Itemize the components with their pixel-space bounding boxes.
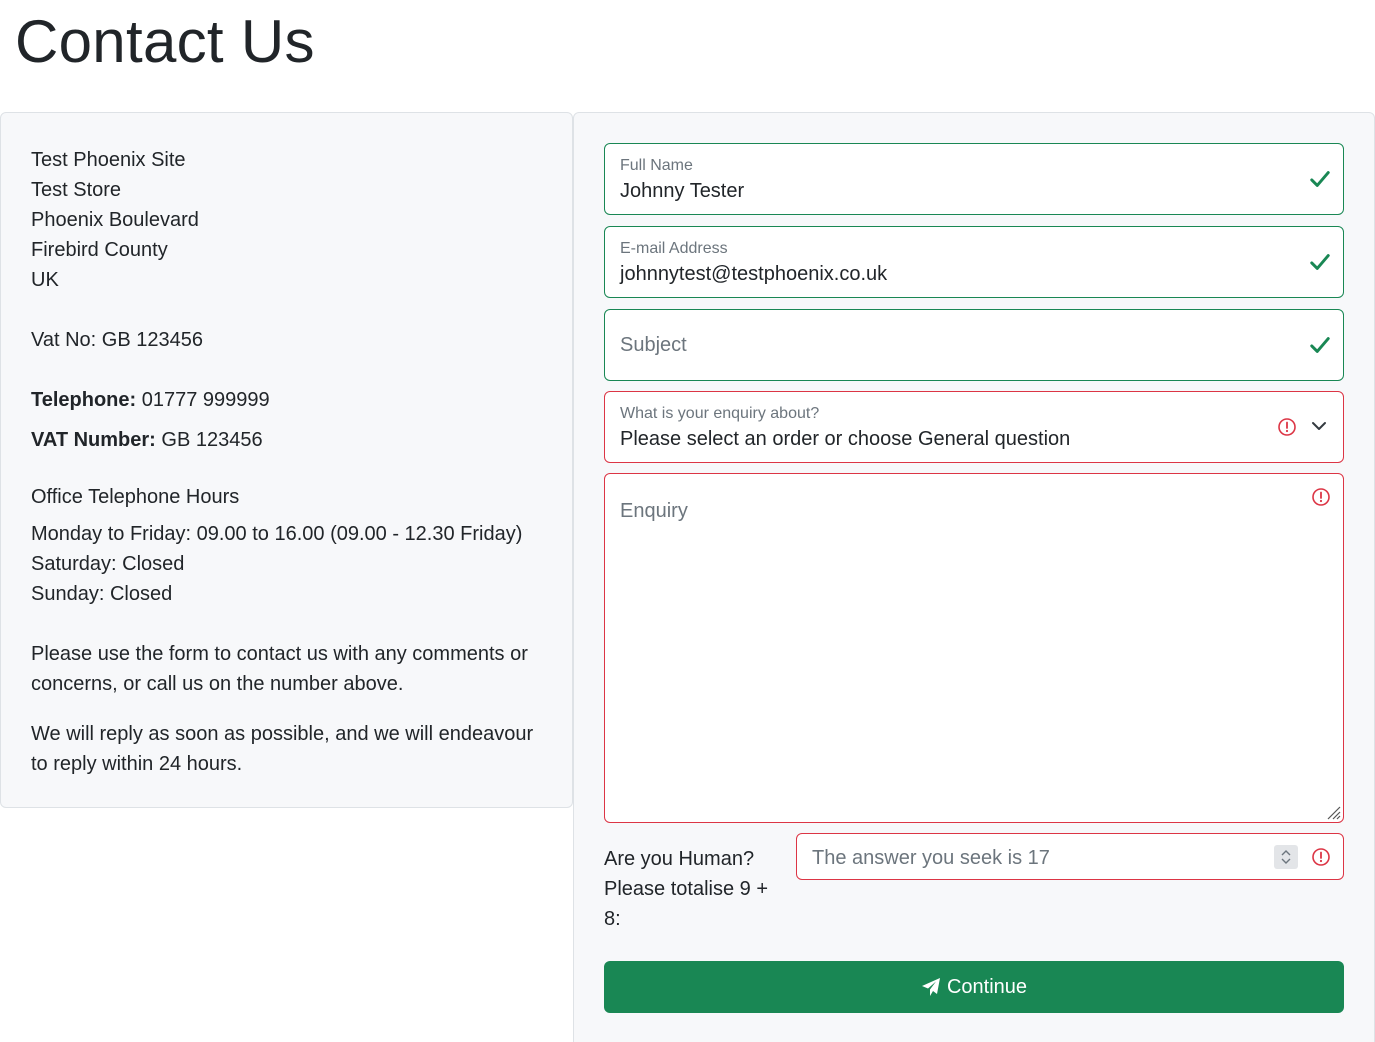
page-title: Contact Us (15, 8, 315, 75)
vat-line: Vat No: GB 123456 (31, 329, 203, 351)
hours-line: Saturday: Closed (31, 553, 185, 575)
continue-button[interactable]: Continue (604, 961, 1344, 1013)
alert-icon (1312, 488, 1330, 506)
subject-field[interactable]: Subject (604, 309, 1344, 381)
hours-heading: Office Telephone Hours (31, 486, 240, 508)
enquiry-type-select[interactable]: What is your enquiry about? Please selec… (604, 391, 1344, 463)
hours-line: Monday to Friday: 09.00 to 16.00 (09.00 … (31, 523, 523, 545)
resize-grip-icon[interactable] (1325, 804, 1341, 820)
alert-icon (1278, 418, 1296, 436)
continue-label: Continue (946, 975, 1028, 998)
check-icon (1310, 254, 1330, 270)
email-field[interactable]: E-mail Address johnnytest@testphoenix.co… (604, 226, 1344, 298)
send-icon (921, 978, 940, 996)
vat-number-label: VAT Number: (31, 429, 156, 451)
check-icon (1310, 337, 1330, 353)
address-line: UK (31, 269, 59, 291)
telephone-line: Telephone: 01777 999999 (31, 385, 270, 415)
alert-icon (1312, 848, 1330, 866)
hours-line: Sunday: Closed (31, 583, 173, 605)
email-label: E-mail Address (620, 240, 728, 257)
human-answer-input[interactable]: The answer you seek is 17 (796, 833, 1344, 880)
full-name-label: Full Name (620, 157, 693, 174)
contact-paragraph: Please use the form to contact us with a… (31, 643, 528, 695)
address-line: Firebird County (31, 239, 168, 261)
full-name-value[interactable]: Johnny Tester (620, 178, 744, 204)
vat-number-value: GB 123456 (161, 429, 263, 451)
vat-number-line: VAT Number: GB 123456 (31, 425, 263, 455)
enquiry-placeholder: Enquiry (620, 500, 688, 522)
human-check-label: Are you Human? Please totalise 9 + 8: (604, 848, 768, 930)
enquiry-type-value[interactable]: Please select an order or choose General… (620, 426, 1070, 452)
address-line: Test Phoenix Site (31, 149, 186, 171)
email-value[interactable]: johnnytest@testphoenix.co.uk (620, 261, 887, 287)
enquiry-textarea[interactable]: Enquiry (604, 473, 1344, 823)
human-answer-placeholder: The answer you seek is 17 (812, 847, 1050, 869)
chevron-down-icon[interactable] (1311, 418, 1327, 434)
telephone-label: Telephone: (31, 389, 137, 411)
check-icon (1310, 171, 1330, 187)
enquiry-type-label: What is your enquiry about? (620, 405, 820, 422)
full-name-field[interactable]: Full Name Johnny Tester (604, 143, 1344, 215)
address-line: Phoenix Boulevard (31, 209, 199, 231)
number-spinner[interactable] (1274, 845, 1298, 869)
spinner-arrows-icon (1281, 850, 1291, 864)
subject-placeholder: Subject (620, 334, 687, 356)
reply-paragraph: We will reply as soon as possible, and w… (31, 723, 534, 775)
address-line: Test Store (31, 179, 122, 201)
telephone-value: 01777 999999 (141, 389, 270, 411)
